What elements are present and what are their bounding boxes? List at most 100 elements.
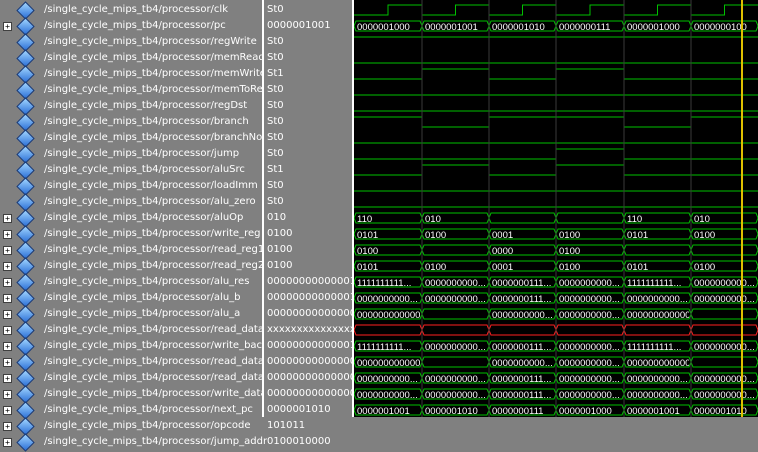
bus-value: 0000000111... (492, 278, 551, 289)
expand-icon[interactable]: + (3, 262, 12, 271)
expand-icon[interactable]: + (3, 342, 12, 351)
expand-icon[interactable]: + (3, 214, 12, 223)
expand-icon[interactable]: + (3, 358, 12, 367)
waveform-plot[interactable]: 0000001000 0000001001 0000001010 0000000111… (354, 0, 758, 417)
signal-value-row: 0100 (264, 242, 352, 258)
bus-segment (555, 324, 625, 336)
signal-name: /single_cycle_mips_tb4/processor/regWrit… (44, 36, 257, 47)
expand-icon[interactable]: + (3, 406, 12, 415)
signal-row[interactable]: + /single_cycle_mips_tb4/processor/read_d… (0, 321, 295, 340)
expand-icon[interactable]: + (3, 374, 12, 383)
expand-icon[interactable]: + (3, 326, 12, 335)
bus-segment (623, 324, 692, 336)
bus-value: 0000000000... (559, 294, 620, 305)
bus-value: 0000000000... (694, 374, 755, 385)
signal-row[interactable]: /single_cycle_mips_tb4/processor/regDst (0, 97, 262, 116)
signal-value: St0 (267, 52, 284, 63)
bus-value: 0000000000... (694, 342, 755, 353)
waveform-canvas[interactable]: 0000001000 0000001001 0000001010 0000000111… (354, 0, 758, 417)
signal-row[interactable]: + /single_cycle_mips_tb4/processor/next_p… (0, 401, 262, 420)
signal-value-pane: St0 0000001001 St0 St0 St1 St0 St0 St0 St0 St0 St1… (264, 0, 353, 447)
signal-row[interactable]: /single_cycle_mips_tb4/processor/loadImm (0, 177, 262, 196)
bus-value: 110 (627, 214, 642, 225)
signal-row[interactable]: + /single_cycle_mips_tb4/processor/write_… (0, 225, 262, 244)
signal-value: 0100 (267, 244, 293, 255)
signal-row[interactable]: /single_cycle_mips_tb4/processor/memToRe… (0, 81, 269, 100)
bus-value: 0000000000... (425, 294, 486, 305)
bus-value: 0100 (559, 230, 580, 241)
bus-value: 0000000000... (357, 390, 418, 401)
bus-value: 0000000111 (559, 22, 610, 33)
signal-row[interactable]: + /single_cycle_mips_tb4/processor/alu_b (0, 289, 262, 308)
signal-value-row: 0000000000000010 (264, 386, 353, 402)
bus-segment (690, 308, 758, 320)
bus-value: 010 (425, 214, 441, 225)
bus-value: 0000000000... (425, 342, 486, 353)
expand-icon[interactable]: + (3, 230, 12, 239)
signal-name: /single_cycle_mips_tb4/processor/clk (44, 4, 228, 15)
signal-value: 0000000000000010 (267, 356, 353, 367)
bus-value: 0100 (559, 246, 580, 257)
signal-row[interactable]: + /single_cycle_mips_tb4/processor/pc (0, 17, 262, 36)
signal-value: St0 (267, 180, 284, 191)
signal-row[interactable]: + /single_cycle_mips_tb4/processor/read_d… (0, 353, 270, 372)
bus-segment (421, 324, 490, 336)
signal-value-row: St0 (264, 194, 352, 210)
expand-icon[interactable]: + (3, 22, 12, 31)
signal-value: xxxxxxxxxxxxxxxx (267, 324, 353, 335)
signal-value-row: 0000000000000110 (264, 274, 353, 290)
signal-row[interactable]: + /single_cycle_mips_tb4/processor/read_r… (0, 241, 264, 260)
signal-row[interactable]: /single_cycle_mips_tb4/processor/clk (0, 1, 262, 20)
signal-row[interactable]: + /single_cycle_mips_tb4/processor/read_r… (0, 257, 264, 276)
bus-value: 0000000000... (559, 374, 620, 385)
signal-row[interactable]: + /single_cycle_mips_tb4/processor/alu_re… (0, 273, 262, 292)
signal-value-row: 0000000000000100 (264, 290, 353, 306)
signal-row[interactable]: /single_cycle_mips_tb4/processor/branchN… (0, 129, 266, 148)
signal-row[interactable]: + /single_cycle_mips_tb4/processor/opcode (0, 417, 262, 436)
signal-name: /single_cycle_mips_tb4/processor/memToRe… (44, 84, 270, 95)
signal-row[interactable]: /single_cycle_mips_tb4/processor/branch (0, 113, 262, 132)
signal-row[interactable]: + /single_cycle_mips_tb4/processor/jump_a… (0, 433, 267, 452)
signal-value-row: St0 (264, 146, 352, 162)
bus-segment (421, 308, 490, 320)
signal-row[interactable]: + /single_cycle_mips_tb4/processor/read_d… (0, 369, 270, 388)
signal-row[interactable]: /single_cycle_mips_tb4/processor/memRead (0, 49, 265, 68)
signal-name: /single_cycle_mips_tb4/processor/read_da… (44, 324, 295, 335)
expand-icon[interactable]: + (3, 246, 12, 255)
bus-value: 1111111111... (627, 278, 681, 289)
bus-value: 0000000000... (559, 358, 620, 369)
bus-segment (690, 324, 758, 336)
signal-row[interactable]: /single_cycle_mips_tb4/processor/alu_zer… (0, 193, 262, 212)
expand-icon[interactable]: + (3, 294, 12, 303)
bus-segment (421, 356, 490, 368)
bus-value: 0000000100 (694, 22, 747, 33)
bus-value: 0000001000 (627, 22, 680, 33)
signal-name-pane: /single_cycle_mips_tb4/processor/clk + /si… (0, 0, 295, 452)
signal-row[interactable]: /single_cycle_mips_tb4/processor/aluSrc (0, 161, 262, 180)
signal-value-row: St1 (264, 66, 352, 82)
signal-row[interactable]: + /single_cycle_mips_tb4/processor/write_… (0, 385, 267, 404)
bus-value: 1111111111... (357, 278, 411, 289)
bus-value: 0000001010 (425, 406, 478, 417)
expand-icon[interactable]: + (3, 278, 12, 287)
signal-row[interactable]: /single_cycle_mips_tb4/processor/jump (0, 145, 262, 164)
signal-value: St1 (267, 68, 284, 79)
bus-value: 0000000000... (559, 342, 620, 353)
bus-value: 0100 (425, 262, 446, 273)
signal-row[interactable]: + /single_cycle_mips_tb4/processor/alu_a (0, 305, 262, 324)
signal-row[interactable]: + /single_cycle_mips_tb4/processor/write_… (0, 337, 268, 356)
bus-value: 0000000000... (357, 294, 418, 305)
bus-segment (555, 212, 625, 224)
expand-icon[interactable]: + (3, 438, 12, 447)
signal-name: /single_cycle_mips_tb4/processor/write_r… (44, 228, 261, 239)
bus-segment (690, 244, 758, 256)
bus-value: 0000000000... (559, 310, 620, 321)
signal-value: 101011 (267, 420, 306, 431)
signal-row[interactable]: /single_cycle_mips_tb4/processor/regWrit… (0, 33, 262, 52)
expand-icon[interactable]: + (3, 390, 12, 399)
expand-icon[interactable]: + (3, 422, 12, 431)
expand-icon[interactable]: + (3, 310, 12, 319)
signal-row[interactable]: /single_cycle_mips_tb4/processor/memWrit… (0, 65, 266, 84)
signal-row[interactable]: + /single_cycle_mips_tb4/processor/aluOp (0, 209, 262, 228)
signal-value: 0000001010 (267, 404, 331, 415)
